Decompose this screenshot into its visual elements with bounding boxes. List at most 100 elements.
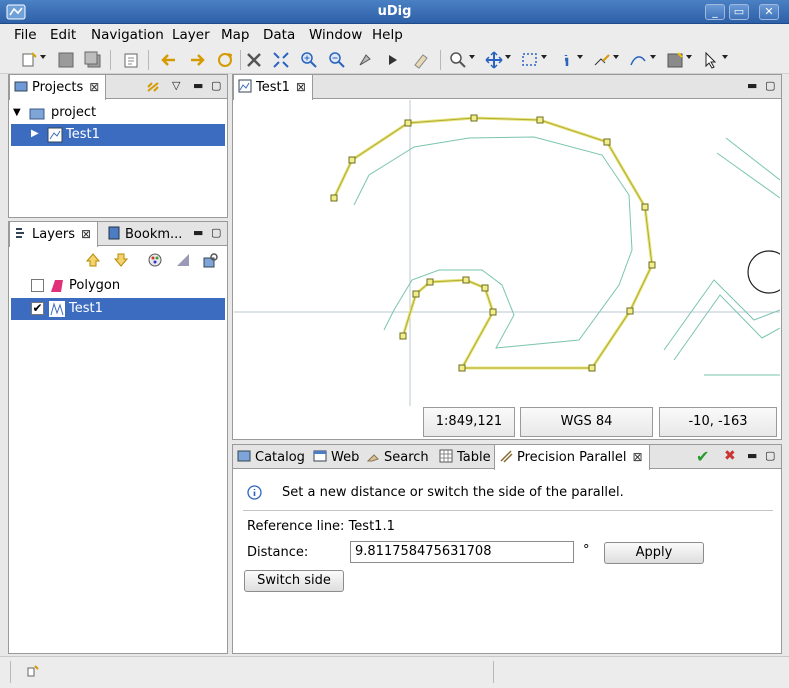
layer-item-test1[interactable]: ✔ Test1	[11, 298, 225, 320]
switch-side-button[interactable]: Switch side	[244, 570, 344, 592]
reference-line-label: Reference line: Test1.1	[247, 519, 395, 534]
catalog-tab-label: Catalog	[255, 450, 305, 465]
print-icon[interactable]	[122, 51, 140, 69]
collapse-arrow-icon[interactable]: ▶	[31, 128, 39, 139]
layers-icon	[16, 228, 24, 238]
projects-panel: Projects ⊠ ▽ ▬ ▢ ▼ project ▶ Test1	[8, 74, 228, 218]
tab-web[interactable]: Web	[309, 445, 365, 469]
menu-navigation[interactable]: Navigation	[91, 27, 164, 43]
menu-layer[interactable]: Layer	[172, 27, 210, 43]
fast-view-icon[interactable]	[26, 664, 40, 678]
close-tab-icon[interactable]: ⊠	[296, 80, 306, 94]
tab-catalog[interactable]: Catalog	[233, 445, 311, 469]
zoom-extent-icon[interactable]	[272, 51, 290, 69]
tree-item-label: Test1	[66, 127, 100, 142]
scale-display[interactable]: 1:849,121	[423, 407, 515, 437]
close-tab-icon[interactable]: ⊠	[81, 227, 91, 241]
minimize-view-icon[interactable]: ▬	[193, 79, 203, 92]
menu-data[interactable]: Data	[263, 27, 295, 43]
menu-help[interactable]: Help	[372, 27, 403, 43]
close-tab-icon[interactable]: ⊠	[89, 80, 99, 94]
menu-edit[interactable]: Edit	[50, 27, 76, 43]
pan-tool-icon[interactable]	[485, 51, 503, 69]
menu-file[interactable]: File	[14, 27, 37, 43]
next-icon[interactable]	[384, 51, 402, 69]
style-icon[interactable]	[147, 252, 163, 268]
minimize-button[interactable]: _	[705, 4, 725, 20]
link-icon[interactable]	[145, 79, 161, 95]
separator	[493, 661, 494, 683]
zoom-in-icon[interactable]	[300, 51, 318, 69]
new-icon[interactable]	[20, 51, 38, 69]
stop-icon[interactable]	[245, 51, 263, 69]
move-down-icon[interactable]	[113, 252, 129, 268]
tree-item-project[interactable]: ▼ project	[11, 102, 225, 124]
title-bar: uDig _ ▭ ✕	[0, 0, 789, 24]
tree-item-test1[interactable]: ▶ Test1	[11, 124, 225, 146]
layer-properties-icon[interactable]	[203, 252, 219, 268]
table-tab-label: Table	[457, 450, 491, 465]
map-tab-label: Test1	[256, 80, 290, 95]
create-feature-icon[interactable]	[629, 51, 647, 69]
close-tab-icon[interactable]: ⊠	[633, 450, 643, 464]
bookmarks-tab-label: Bookm...	[125, 227, 183, 242]
layers-toolbar	[9, 247, 227, 275]
layer-visibility-checkbox[interactable]	[31, 279, 44, 292]
search-tab-label: Search	[384, 450, 429, 465]
save-icon[interactable]	[57, 51, 75, 69]
tree-item-label: project	[51, 105, 97, 120]
layers-tabstrip: Layers ⊠ Bookm... ▬ ▢	[9, 222, 227, 247]
eraser-icon[interactable]	[412, 51, 430, 69]
line-layer-icon	[49, 301, 65, 317]
selection-tool-icon[interactable]	[521, 51, 539, 69]
add-layer-icon[interactable]	[666, 51, 684, 69]
maximize-view-icon[interactable]: ▢	[765, 79, 775, 92]
tab-search[interactable]: Search	[362, 445, 435, 469]
tab-projects[interactable]: Projects ⊠	[9, 75, 107, 100]
layer-visibility-checkbox[interactable]: ✔	[31, 302, 44, 315]
unit-label: °	[583, 543, 590, 558]
menu-map[interactable]: Map	[221, 27, 250, 43]
minimize-view-icon[interactable]: ▬	[193, 226, 203, 239]
tab-map-test1[interactable]: Test1 ⊠	[233, 75, 313, 100]
zoom-out-icon[interactable]	[328, 51, 346, 69]
close-button[interactable]: ✕	[759, 4, 779, 20]
apply-button[interactable]: Apply	[604, 542, 704, 564]
layer-item-polygon[interactable]: Polygon	[11, 275, 225, 297]
back-arrow-icon[interactable]	[160, 51, 178, 69]
edit-tool-icon[interactable]	[593, 51, 611, 69]
accept-check-icon[interactable]: ✔	[696, 447, 709, 466]
map-canvas[interactable]	[234, 100, 780, 406]
bottom-tabstrip: Catalog Web Search Table Precision Paral…	[233, 445, 781, 470]
move-up-icon[interactable]	[85, 252, 101, 268]
minimize-view-icon[interactable]: ▬	[747, 79, 757, 92]
cancel-x-icon[interactable]: ✖	[724, 448, 736, 464]
view-menu-icon[interactable]: ▽	[172, 79, 180, 92]
projects-tab-label: Projects	[32, 80, 84, 95]
maximize-view-icon[interactable]: ▢	[211, 79, 221, 92]
maximize-view-icon[interactable]: ▢	[765, 449, 775, 462]
opacity-icon[interactable]	[175, 252, 191, 268]
map-icon	[238, 79, 252, 93]
maximize-view-icon[interactable]: ▢	[211, 226, 221, 239]
pointer-tool-icon[interactable]	[702, 51, 720, 69]
zoom-tool-icon[interactable]	[449, 51, 467, 69]
expand-arrow-icon[interactable]: ▼	[13, 107, 21, 118]
menu-window[interactable]: Window	[309, 27, 362, 43]
tab-bookmarks[interactable]: Bookm...	[103, 222, 188, 246]
minimize-view-icon[interactable]: ▬	[747, 449, 757, 462]
tab-layers[interactable]: Layers ⊠	[9, 222, 99, 247]
distance-input[interactable]: 9.811758475631708	[350, 541, 574, 563]
layers-panel: Layers ⊠ Bookm... ▬ ▢ Polygon ✔ Test1	[8, 221, 228, 654]
refresh-icon[interactable]	[216, 51, 234, 69]
maximize-button[interactable]: ▭	[729, 4, 749, 20]
crs-button[interactable]: WGS 84	[520, 407, 653, 437]
save-all-icon[interactable]	[84, 51, 102, 69]
forward-arrow-icon[interactable]	[188, 51, 206, 69]
tab-table[interactable]: Table	[435, 445, 497, 469]
info-tool-icon[interactable]	[557, 51, 575, 69]
pan-icon[interactable]	[356, 51, 374, 69]
tab-precision-parallel[interactable]: Precision Parallel ⊠	[494, 445, 650, 470]
layer-label: Polygon	[69, 278, 121, 293]
table-icon	[439, 449, 453, 463]
